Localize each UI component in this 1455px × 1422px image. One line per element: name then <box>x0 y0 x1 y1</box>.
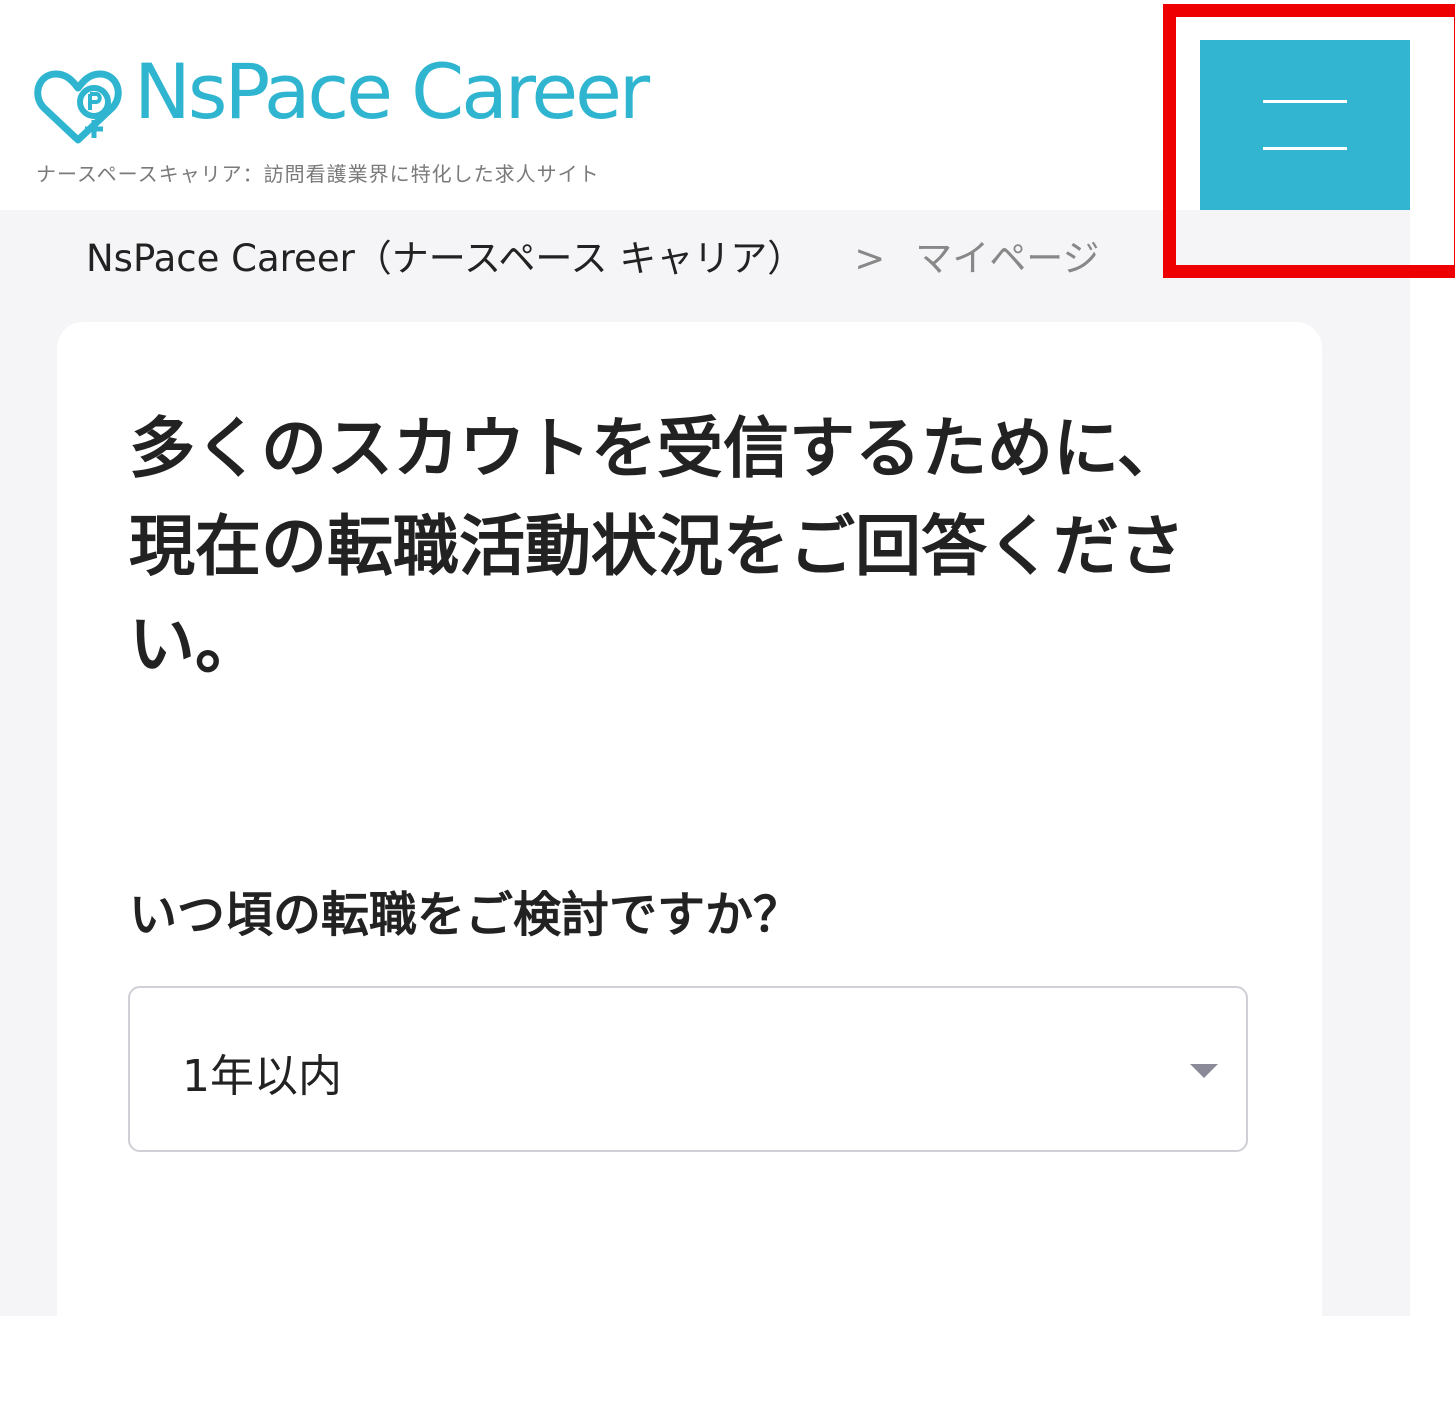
page-margin <box>1410 210 1455 1316</box>
select-value: 1年以内 <box>182 1051 342 1102</box>
site-header: NsPace Career ナースペースキャリア：訪問看護業界に特化した求人サイ… <box>0 0 1455 210</box>
job-change-timing-question: いつ頃の転職をご検討ですか？ <box>129 887 802 943</box>
breadcrumb-separator: > <box>854 237 886 280</box>
heart-logo-icon <box>34 70 122 144</box>
job-change-timing-select[interactable]: 1年以内 <box>128 986 1248 1152</box>
breadcrumb: NsPace Career（ナースペース キャリア） > マイページ <box>86 233 1100 285</box>
page-heading: 多くのスカウトを受信するために、現在の転職活動状況をご回答ください。 <box>129 400 1209 694</box>
logo-tagline: ナースペースキャリア：訪問看護業界に特化した求人サイト <box>36 162 600 186</box>
logo-text: NsPace Career <box>134 47 650 136</box>
hamburger-menu-icon <box>1263 100 1347 103</box>
chevron-down-icon <box>1190 1064 1218 1078</box>
site-logo[interactable]: NsPace Career ナースペースキャリア：訪問看護業界に特化した求人サイ… <box>34 54 654 187</box>
breadcrumb-current: マイページ <box>915 237 1100 280</box>
breadcrumb-home-link[interactable]: NsPace Career（ナースペース キャリア） <box>86 237 804 280</box>
heading-line-1: 多くのスカウトを受信するために、 <box>129 410 1184 487</box>
heading-line-2: 現在の転職活動状況をご回答ください。 <box>129 508 1185 683</box>
menu-button[interactable] <box>1200 40 1410 210</box>
hamburger-menu-icon-line <box>1263 147 1347 150</box>
